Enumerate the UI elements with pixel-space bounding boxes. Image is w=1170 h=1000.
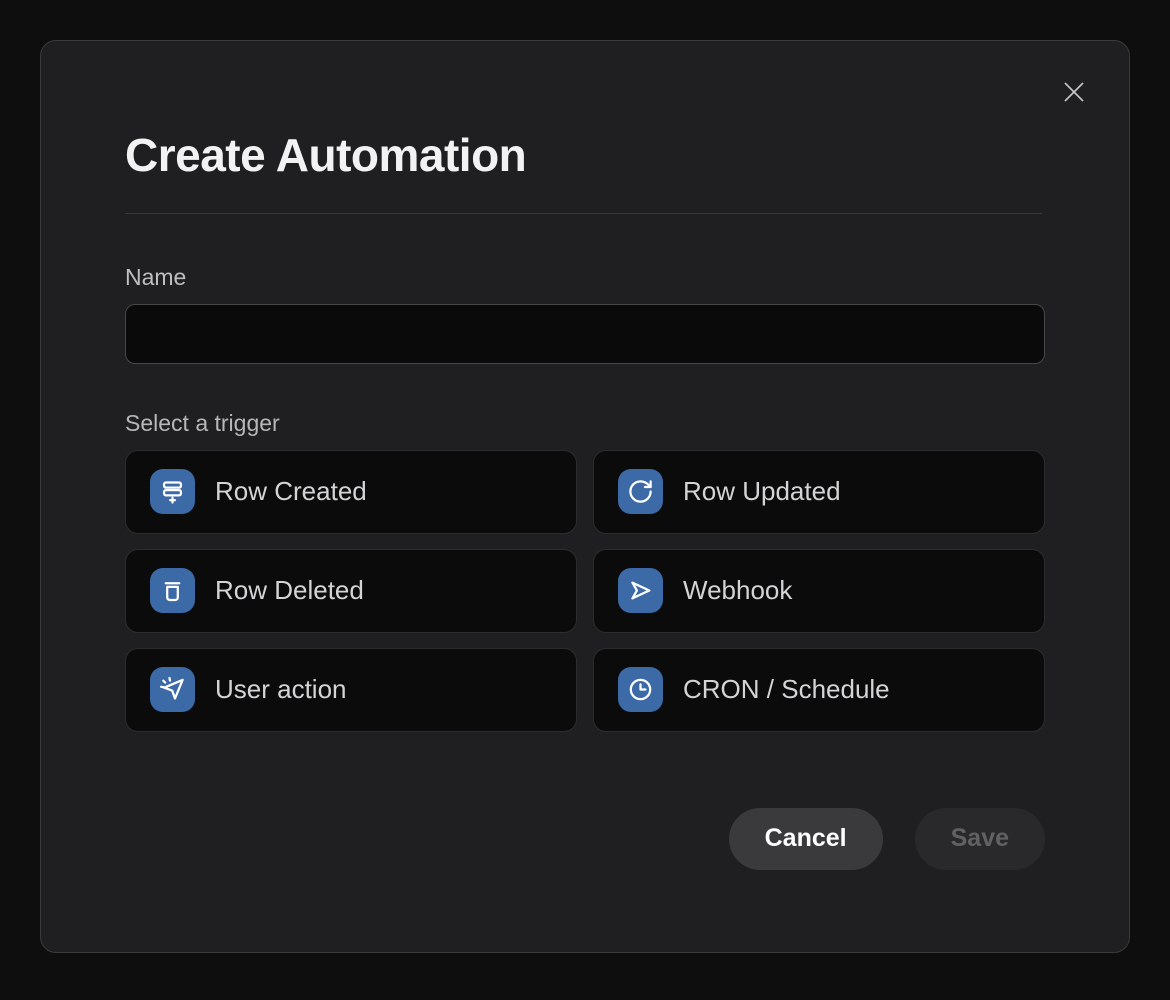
trigger-row-deleted[interactable]: Row Deleted [125, 548, 577, 633]
trigger-label: Row Updated [683, 476, 841, 507]
close-icon [1059, 77, 1089, 107]
trigger-grid: Row Created Row Updated Row Deleted Webh… [125, 449, 1045, 732]
save-button[interactable]: Save [914, 807, 1045, 870]
send-icon [618, 568, 663, 614]
select-trigger-label: Select a trigger [125, 409, 280, 436]
cursor-click-icon [150, 667, 195, 713]
trigger-row-updated[interactable]: Row Updated [593, 449, 1045, 534]
rows-plus-icon [150, 469, 195, 515]
trigger-label: CRON / Schedule [683, 674, 890, 705]
cancel-button[interactable]: Cancel [728, 807, 883, 870]
trigger-cron-schedule[interactable]: CRON / Schedule [593, 647, 1045, 732]
trigger-webhook[interactable]: Webhook [593, 548, 1045, 633]
modal-footer: Cancel Save [125, 807, 1045, 870]
trash-icon [150, 568, 195, 614]
close-button[interactable] [1057, 75, 1091, 109]
clock-icon [618, 667, 663, 713]
trigger-row-created[interactable]: Row Created [125, 449, 577, 534]
modal-title: Create Automation [125, 129, 527, 181]
trigger-label: User action [215, 674, 347, 705]
automation-name-input[interactable] [125, 303, 1045, 364]
trigger-label: Row Deleted [215, 575, 364, 606]
trigger-label: Row Created [215, 476, 367, 507]
title-divider [125, 212, 1042, 214]
refresh-icon [618, 469, 663, 515]
name-label: Name [125, 263, 187, 290]
trigger-label: Webhook [683, 575, 793, 606]
create-automation-modal: Create Automation Name Select a trigger … [40, 40, 1130, 953]
trigger-user-action[interactable]: User action [125, 647, 577, 732]
